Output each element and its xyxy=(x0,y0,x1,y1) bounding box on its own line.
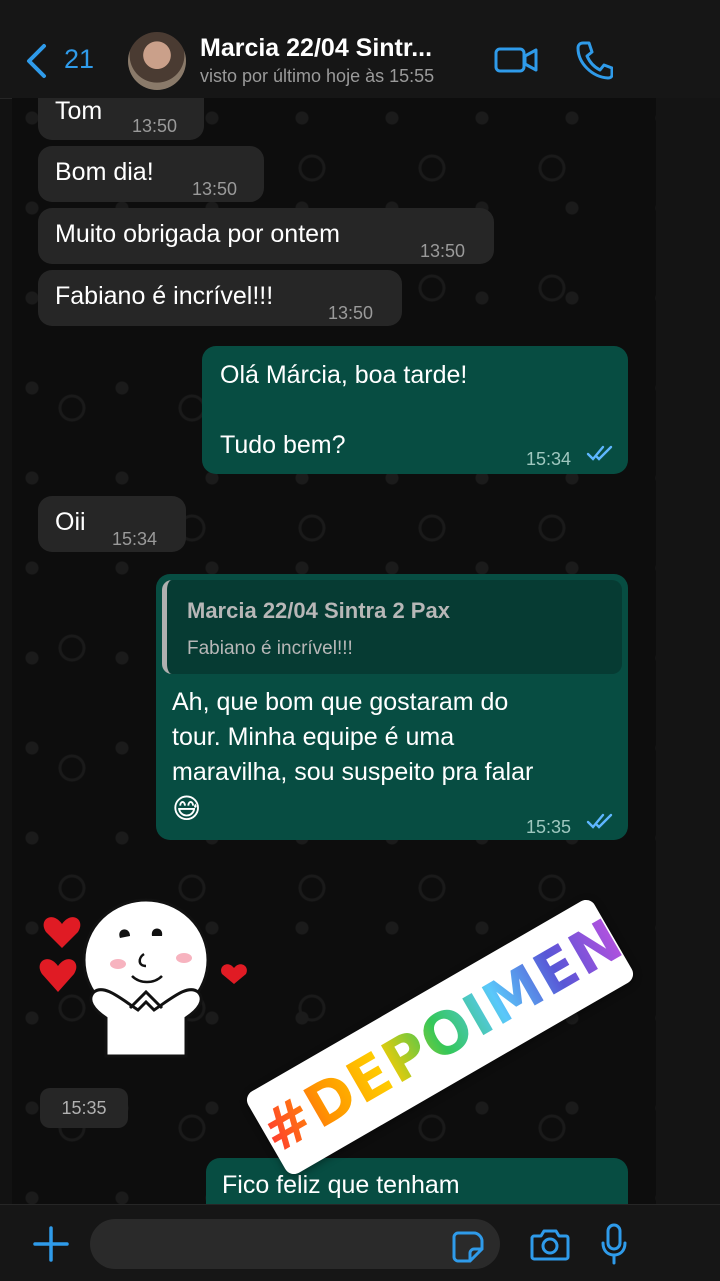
background-strip xyxy=(656,98,720,1204)
message-time: 13:50 xyxy=(328,303,374,323)
message-text: Fabiano é incrível!!! xyxy=(55,282,274,310)
chat-header: 21 Marcia 22/04 Sintr... visto por últim… xyxy=(0,0,720,99)
message-time: 15:34 xyxy=(526,449,572,469)
message-time: 13:50 xyxy=(420,241,466,261)
double-check-icon xyxy=(586,813,613,829)
quoted-text: Fabiano é incrível!!! xyxy=(187,638,353,659)
message-text: maravilha, sou suspeito pra falar xyxy=(172,758,534,786)
contact-name[interactable]: Marcia 22/04 Sintr... xyxy=(200,34,480,63)
message-text: Tudo bem? xyxy=(220,431,346,459)
message-text: Oii xyxy=(55,508,86,536)
incoming-message[interactable]: Muito obrigada por ontem 13:50 xyxy=(38,208,494,264)
heart-hands-sticker[interactable] xyxy=(34,880,254,1070)
outgoing-message[interactable]: Fico feliz que tenham xyxy=(206,1158,628,1204)
message-time: 15:35 xyxy=(526,817,572,837)
last-seen-status: visto por último hoje às 15:55 xyxy=(200,66,435,86)
outgoing-reply-message[interactable]: Marcia 22/04 Sintra 2 Pax Fabiano é incr… xyxy=(156,574,628,840)
composer-bar xyxy=(0,1204,720,1281)
message-time: 15:34 xyxy=(112,529,158,549)
plus-icon[interactable] xyxy=(32,1225,70,1263)
message-text: Muito obrigada por ontem xyxy=(55,220,340,248)
avatar[interactable] xyxy=(128,32,186,90)
microphone-icon[interactable] xyxy=(600,1223,628,1265)
incoming-message[interactable]: Bom dia! 13:50 xyxy=(38,146,264,202)
unread-count: 21 xyxy=(64,44,95,74)
message-text: Tom xyxy=(55,98,103,125)
message-text: Fico feliz que tenham xyxy=(222,1171,460,1199)
message-time: 13:50 xyxy=(192,179,238,199)
back-button[interactable]: 21 xyxy=(24,40,94,80)
phone-icon[interactable] xyxy=(575,40,613,80)
message-input[interactable] xyxy=(90,1219,500,1269)
emoji: 😅 xyxy=(172,793,202,824)
message-text: Olá Márcia, boa tarde! xyxy=(220,361,468,389)
chevron-left-icon xyxy=(27,44,46,78)
message-text: Bom dia! xyxy=(55,158,154,186)
outgoing-message[interactable]: Olá Márcia, boa tarde! Tudo bem? 15:34 xyxy=(202,346,628,474)
sticker-icon[interactable] xyxy=(452,1231,484,1263)
incoming-message[interactable]: Oii 15:34 xyxy=(38,496,186,552)
double-check-icon xyxy=(586,445,613,461)
incoming-message[interactable]: Tom 13:50 xyxy=(38,98,204,140)
message-time: 15:35 xyxy=(40,1088,128,1128)
message-text: Ah, que bom que gostaram do xyxy=(172,688,509,716)
message-text: tour. Minha equipe é uma xyxy=(172,723,455,751)
quoted-message[interactable]: Marcia 22/04 Sintra 2 Pax Fabiano é incr… xyxy=(162,580,622,674)
camera-icon[interactable] xyxy=(530,1227,570,1261)
message-time: 13:50 xyxy=(132,116,178,136)
incoming-message[interactable]: Fabiano é incrível!!! 13:50 xyxy=(38,270,402,326)
quoted-author: Marcia 22/04 Sintra 2 Pax xyxy=(187,598,450,623)
video-call-icon[interactable] xyxy=(494,44,538,76)
